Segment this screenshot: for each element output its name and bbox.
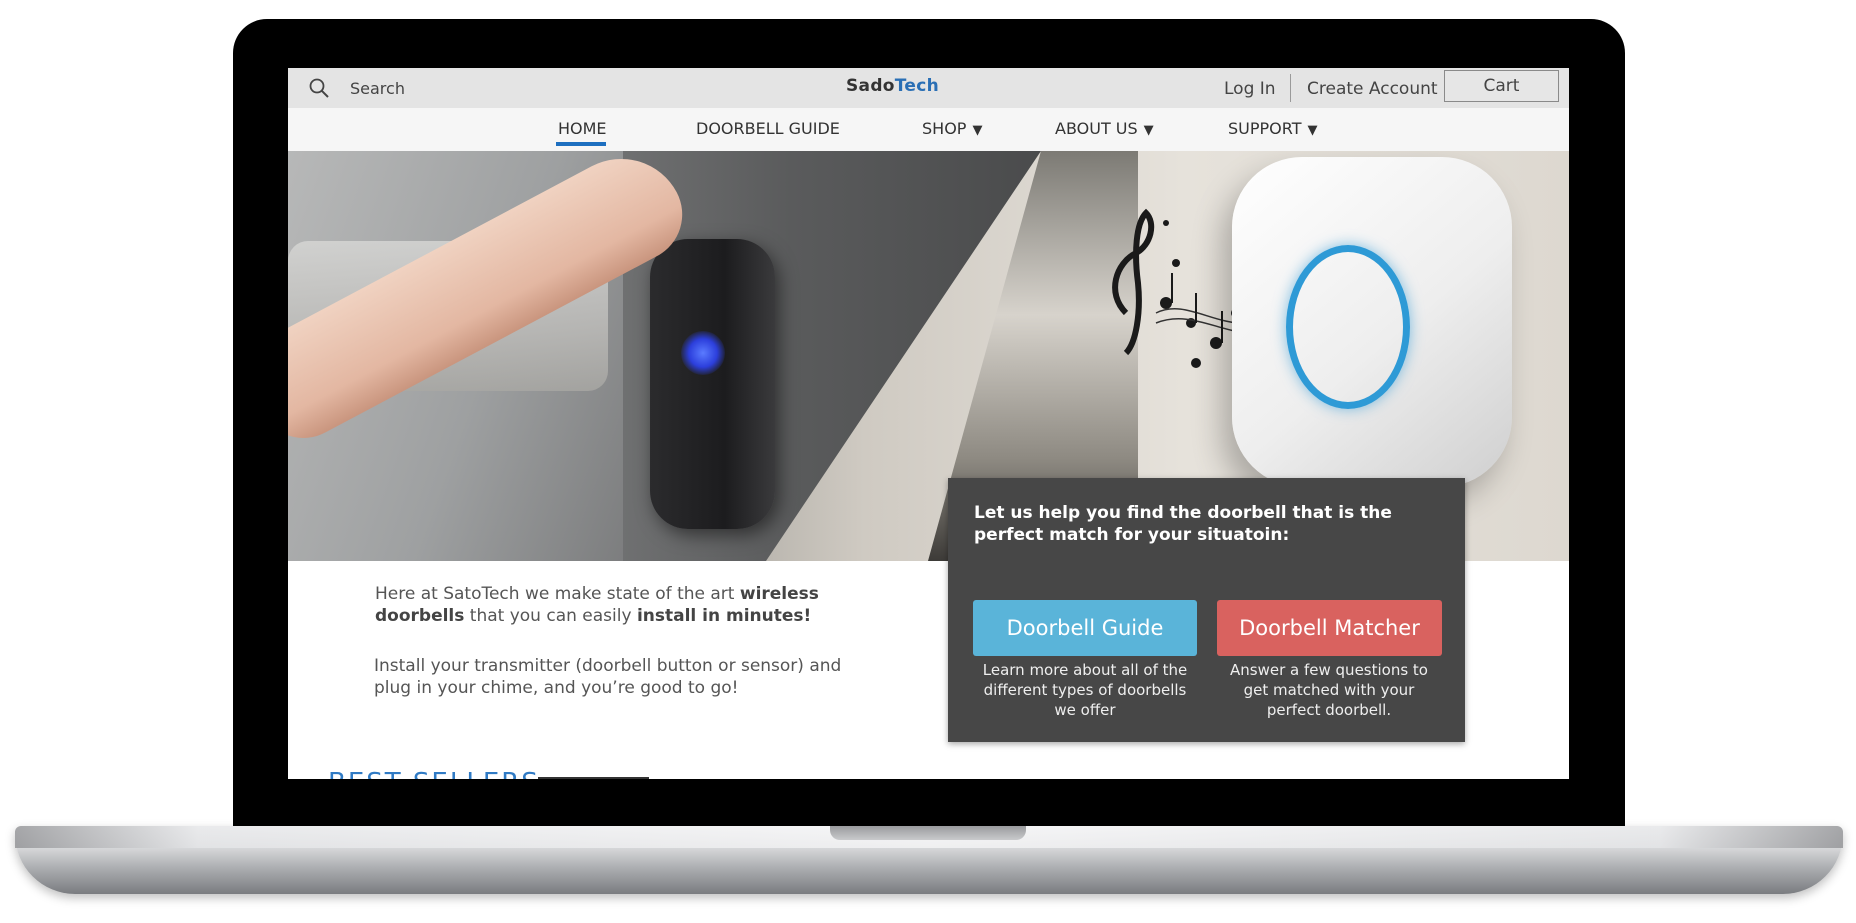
cart-button[interactable]: Cart bbox=[1444, 70, 1559, 102]
intro-paragraph-2: Install your transmitter (doorbell butto… bbox=[374, 656, 842, 698]
nav-doorbell-guide-label: DOORBELL GUIDE bbox=[696, 119, 840, 138]
chevron-down-icon: ▼ bbox=[1307, 123, 1318, 138]
chevron-down-icon: ▼ bbox=[972, 123, 983, 138]
intro-text-c: that you can easily bbox=[464, 606, 637, 626]
nav-support[interactable]: SUPPORT ▼ bbox=[1228, 119, 1317, 138]
search-input[interactable]: Search bbox=[350, 79, 405, 98]
nav-support-label: SUPPORT bbox=[1228, 119, 1302, 138]
create-account-link[interactable]: Create Account bbox=[1307, 79, 1438, 99]
chevron-down-icon: ▼ bbox=[1143, 123, 1154, 138]
doorbell-light bbox=[681, 331, 725, 375]
nav-shop-label: SHOP bbox=[922, 119, 967, 138]
nav-about-us[interactable]: ABOUT US ▼ bbox=[1055, 119, 1154, 138]
main-nav: HOME DOORBELL GUIDE SHOP ▼ ABOUT US ▼ SUPP… bbox=[288, 108, 1569, 151]
best-sellers-heading: BEST SELLERS bbox=[328, 768, 540, 779]
nav-home-label: HOME bbox=[558, 119, 607, 138]
doorbell-matcher-button[interactable]: Doorbell Matcher bbox=[1217, 600, 1442, 656]
top-bar: Search SadoTech Log In Create Account Ca… bbox=[288, 68, 1569, 108]
doorbell-finder-panel: Let us help you find the doorbell that i… bbox=[948, 478, 1465, 742]
nav-home[interactable]: HOME bbox=[558, 119, 607, 138]
logo[interactable]: SadoTech bbox=[846, 76, 939, 96]
website-screen: Search SadoTech Log In Create Account Ca… bbox=[288, 68, 1569, 779]
active-tab-indicator bbox=[556, 142, 606, 146]
intro-text-a: Here at SatoTech we make state of the ar… bbox=[375, 584, 740, 604]
login-link[interactable]: Log In bbox=[1224, 79, 1276, 99]
search-icon[interactable] bbox=[308, 77, 330, 99]
logo-sado: Sado bbox=[846, 76, 895, 96]
doorbell-guide-description: Learn more about all of the different ty… bbox=[982, 661, 1188, 719]
doorbell-matcher-description: Answer a few questions to get matched wi… bbox=[1230, 661, 1428, 719]
finder-title: Let us help you find the doorbell that i… bbox=[974, 503, 1392, 545]
laptop-notch bbox=[830, 826, 1026, 840]
chime-ring-light bbox=[1286, 245, 1410, 409]
header-divider bbox=[1290, 74, 1291, 102]
intro-paragraph-1: Here at SatoTech we make state of the ar… bbox=[375, 583, 845, 627]
nav-doorbell-guide[interactable]: DOORBELL GUIDE bbox=[696, 119, 840, 138]
logo-tech: Tech bbox=[894, 76, 940, 96]
nav-shop[interactable]: SHOP ▼ bbox=[922, 119, 982, 138]
nav-about-us-label: ABOUT US bbox=[1055, 119, 1138, 138]
intro-text-d: install in minutes! bbox=[636, 606, 812, 626]
doorbell-button-image bbox=[650, 239, 775, 529]
doorbell-guide-button[interactable]: Doorbell Guide bbox=[973, 600, 1197, 656]
heading-divider bbox=[538, 777, 649, 779]
